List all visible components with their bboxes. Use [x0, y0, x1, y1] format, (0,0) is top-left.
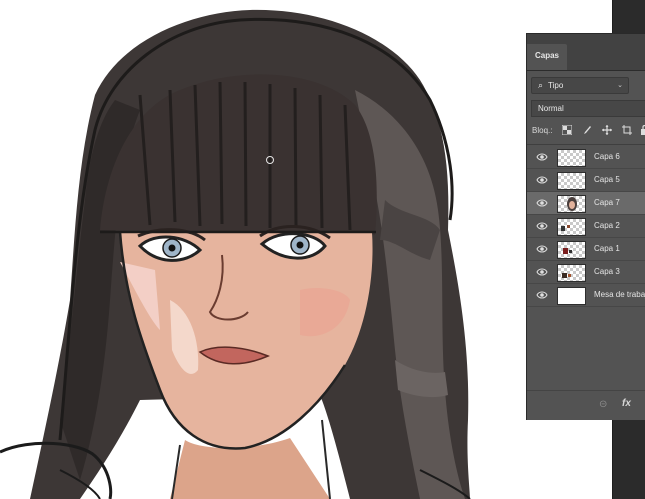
- layer-thumbnail: [557, 241, 586, 259]
- chevron-down-icon: ⌄: [617, 82, 623, 89]
- visibility-eye-icon[interactable]: [536, 289, 548, 301]
- panel-tab-bar: Capas: [527, 34, 645, 71]
- blend-mode-value: Normal: [538, 104, 564, 113]
- search-icon: ⌕: [538, 80, 544, 90]
- brush-lock-icon[interactable]: [581, 125, 593, 137]
- blend-mode-dropdown[interactable]: Normal: [531, 100, 645, 117]
- visibility-eye-icon[interactable]: [536, 174, 548, 186]
- layer-row-selected[interactable]: Capa 7: [527, 192, 645, 215]
- layer-row[interactable]: Mesa de trabajo: [527, 284, 645, 307]
- layer-thumbnail: [557, 149, 586, 167]
- divider: [527, 144, 645, 145]
- layers-panel: Capas ⌕ Tipo ⌄ Normal Bloq.: Capa 6 Capa…: [526, 33, 645, 420]
- layer-name: Capa 2: [594, 221, 620, 230]
- lock-label: Bloq.:: [532, 126, 553, 135]
- layer-name: Mesa de trabajo: [594, 290, 645, 299]
- link-layers-icon[interactable]: ⊝: [599, 399, 607, 410]
- layer-thumbnail: [557, 195, 586, 213]
- layer-row[interactable]: Capa 1: [527, 238, 645, 261]
- move-lock-icon[interactable]: [601, 125, 613, 137]
- filter-kind-label: Tipo: [548, 81, 564, 90]
- layer-thumbnail: [557, 264, 586, 282]
- artboard-lock-icon[interactable]: [621, 125, 633, 137]
- fx-button[interactable]: fx: [622, 398, 631, 409]
- visibility-eye-icon[interactable]: [536, 220, 548, 232]
- layer-name: Capa 7: [594, 198, 620, 207]
- layer-thumbnail: [557, 287, 586, 305]
- visibility-eye-icon[interactable]: [536, 151, 548, 163]
- panel-footer: ⊝ fx: [527, 390, 645, 421]
- layer-thumbnail: [557, 172, 586, 190]
- layer-filter-dropdown[interactable]: ⌕ Tipo ⌄: [531, 77, 629, 94]
- layer-name: Capa 1: [594, 244, 620, 253]
- layer-row[interactable]: Capa 5: [527, 169, 645, 192]
- visibility-eye-icon[interactable]: [536, 197, 548, 209]
- visibility-eye-icon[interactable]: [536, 266, 548, 278]
- padlock-icon[interactable]: [639, 124, 645, 137]
- layer-row[interactable]: Capa 3: [527, 261, 645, 284]
- layer-name: Capa 5: [594, 175, 620, 184]
- layer-name: Capa 3: [594, 267, 620, 276]
- tab-layers[interactable]: Capas: [527, 44, 567, 70]
- layer-row[interactable]: Capa 6: [527, 146, 645, 169]
- lock-controls: Bloq.:: [527, 122, 645, 142]
- layer-row[interactable]: Capa 2: [527, 215, 645, 238]
- layer-thumbnail: [557, 218, 586, 236]
- visibility-eye-icon[interactable]: [536, 243, 548, 255]
- checkerboard-lock-icon[interactable]: [561, 124, 573, 137]
- layer-name: Capa 6: [594, 152, 620, 161]
